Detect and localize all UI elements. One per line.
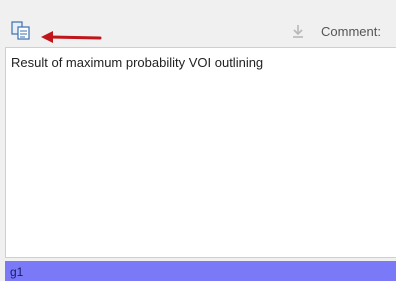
comment-label: Comment: — [321, 24, 381, 39]
download-icon[interactable] — [290, 23, 306, 39]
toolbar: Comment: — [0, 0, 396, 46]
copy-icon[interactable] — [10, 21, 32, 41]
comment-text-area[interactable]: Result of maximum probability VOI outlin… — [5, 47, 396, 258]
comment-text: Result of maximum probability VOI outlin… — [11, 55, 264, 70]
list-item-label: g1 — [10, 265, 24, 279]
selected-list-item[interactable]: g1 — [5, 261, 396, 281]
